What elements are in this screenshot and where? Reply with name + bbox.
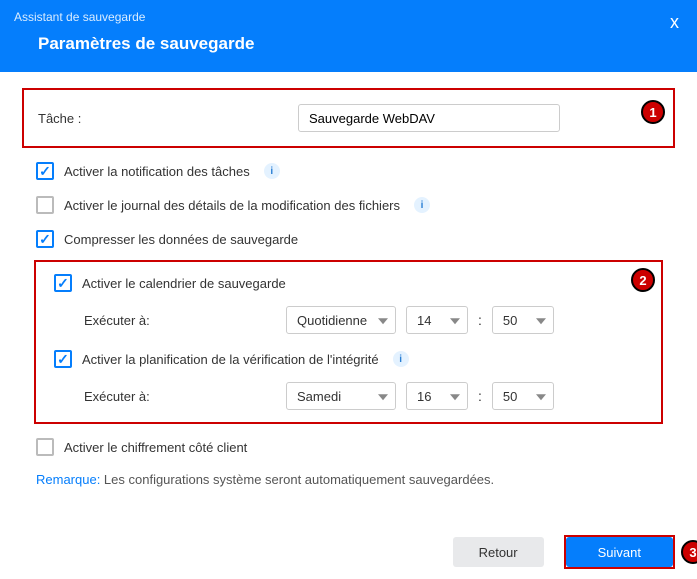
checkbox-detail-log[interactable] (36, 196, 54, 214)
select-frequency-2[interactable]: Samedi (286, 382, 396, 410)
label-encrypt: Activer le chiffrement côté client (64, 440, 247, 455)
checkbox-notify[interactable] (36, 162, 54, 180)
assistant-title: Assistant de sauvegarde (14, 0, 683, 28)
label-integrity: Activer la planification de la vérificat… (82, 352, 379, 367)
select-hour-1[interactable]: 14 (406, 306, 468, 334)
task-label: Tâche : (38, 111, 278, 126)
time-colon: : (478, 312, 482, 328)
label-notify: Activer la notification des tâches (64, 164, 250, 179)
select-minute-2[interactable]: 50 (492, 382, 554, 410)
remark-text: Les configurations système seront automa… (100, 472, 494, 487)
page-title: Paramètres de sauvegarde (14, 28, 683, 72)
remark-key: Remarque: (36, 472, 100, 487)
task-highlight-box: 1 Tâche : (22, 88, 675, 148)
select-minute-1[interactable]: 50 (492, 306, 554, 334)
label-detail-log: Activer le journal des détails de la mod… (64, 198, 400, 213)
callout-badge-3: 3 (681, 540, 697, 564)
info-icon[interactable]: i (414, 197, 430, 213)
select-frequency-1[interactable]: Quotidienne (286, 306, 396, 334)
next-button[interactable]: Suivant (566, 537, 673, 567)
checkbox-compress[interactable] (36, 230, 54, 248)
back-button[interactable]: Retour (453, 537, 544, 567)
checkbox-encrypt[interactable] (36, 438, 54, 456)
label-run-at-1: Exécuter à: (66, 313, 276, 328)
label-compress: Compresser les données de sauvegarde (64, 232, 298, 247)
schedule-highlight-box: 2 Activer le calendrier de sauvegarde Ex… (34, 260, 663, 424)
task-name-input[interactable] (298, 104, 560, 132)
info-icon[interactable]: i (264, 163, 280, 179)
checkbox-schedule[interactable] (54, 274, 72, 292)
callout-badge-2: 2 (631, 268, 655, 292)
time-colon: : (478, 388, 482, 404)
close-icon[interactable]: x (670, 12, 679, 33)
label-schedule: Activer le calendrier de sauvegarde (82, 276, 286, 291)
select-hour-2[interactable]: 16 (406, 382, 468, 410)
checkbox-integrity[interactable] (54, 350, 72, 368)
label-run-at-2: Exécuter à: (66, 389, 276, 404)
next-highlight-box: Suivant 3 (564, 535, 675, 569)
info-icon[interactable]: i (393, 351, 409, 367)
callout-badge-1: 1 (641, 100, 665, 124)
